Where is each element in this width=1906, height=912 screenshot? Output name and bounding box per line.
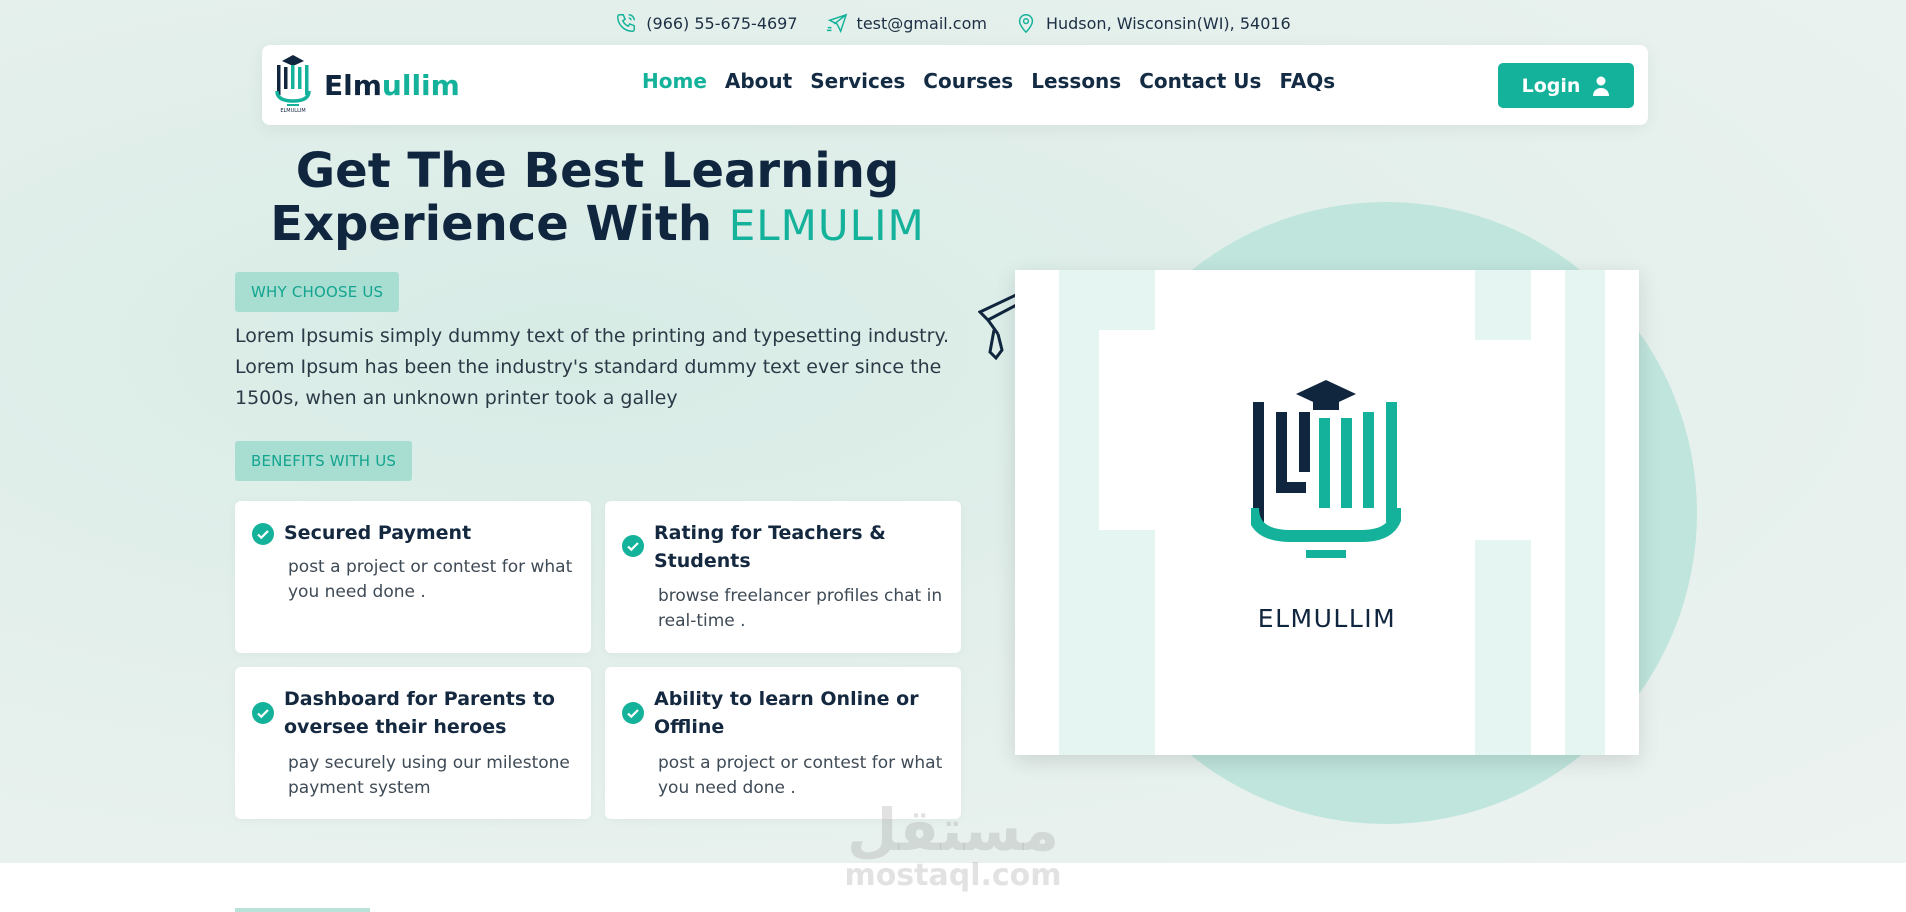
benefit-desc: post a project or contest for what you n… — [658, 753, 943, 798]
logo-wordmark: ELMULLIM — [1257, 604, 1397, 633]
nav-lessons[interactable]: Lessons — [1031, 69, 1121, 93]
headline-line2-text: Experience With — [270, 196, 713, 252]
benefit-desc: post a project or contest for what you n… — [288, 557, 573, 602]
contact-email-text: test@gmail.com — [856, 13, 987, 33]
hero-headline: Get The Best Learning Experience With EL… — [235, 145, 960, 252]
contact-phone-text: (966) 55-675-4697 — [646, 13, 798, 33]
elmullim-logo-mark — [1251, 380, 1401, 558]
benefit-desc: browse freelancer profiles chat in real-… — [658, 586, 943, 631]
contact-phone[interactable]: (966) 55-675-4697 — [615, 12, 798, 34]
nav-home[interactable]: Home — [642, 69, 707, 93]
benefit-title: Secured Payment — [284, 522, 472, 544]
benefit-desc: pay securely using our milestone payment… — [288, 753, 570, 798]
login-label: Login — [1521, 74, 1581, 97]
check-circle-icon — [622, 535, 644, 557]
brand-logo-icon: ELMULLIM — [275, 55, 311, 114]
watermark-latin: mostaql.com — [844, 858, 1062, 893]
headline-brand-word: ELMULIM — [728, 201, 925, 250]
benefits-badge: BENEFITS WITH US — [235, 441, 413, 481]
nav-contact-us[interactable]: Contact Us — [1139, 69, 1261, 93]
nav-faqs[interactable]: FAQs — [1279, 69, 1335, 93]
watermark-arabic: مستقل — [846, 796, 1060, 864]
brand[interactable]: ELMULLIM Elmullim — [274, 53, 460, 117]
benefit-card-dashboard: Dashboard for Parents to oversee their h… — [235, 667, 591, 819]
nav-services[interactable]: Services — [810, 69, 905, 93]
nav-courses[interactable]: Courses — [923, 69, 1013, 93]
why-choose-us-badge: WHY CHOOSE US — [235, 272, 400, 312]
benefit-title: Dashboard for Parents to oversee their h… — [284, 688, 555, 738]
contact-email[interactable]: test@gmail.com — [826, 12, 987, 34]
location-pin-icon — [1018, 14, 1034, 34]
navbar: ELMULLIM Elmullim Home About Services Co… — [262, 45, 1648, 125]
paper-plane-icon — [826, 13, 847, 34]
check-circle-icon — [622, 702, 644, 724]
logo-showcase-card: ELMULLIM — [1015, 270, 1639, 755]
contact-bar: (966) 55-675-4697 test@gmail.com Hudson,… — [0, 10, 1906, 36]
hero-description: Lorem Ipsumis simply dummy text of the p… — [235, 325, 950, 409]
benefit-card-secured-payment: Secured Payment post a project or contes… — [235, 501, 591, 653]
mostaql-watermark: مستقل mostaql.com — [800, 800, 1106, 892]
user-icon — [1593, 76, 1610, 96]
brand-name: Elmullim — [324, 69, 460, 102]
headline-line2: Experience With ELMULIM — [235, 198, 960, 252]
contact-address-text: Hudson, Wisconsin(WI), 54016 — [1045, 13, 1291, 33]
contact-address[interactable]: Hudson, Wisconsin(WI), 54016 — [1015, 12, 1291, 34]
nav-about[interactable]: About — [725, 69, 792, 93]
check-circle-icon — [252, 523, 274, 545]
brand-logo-caption: ELMULLIM — [280, 108, 305, 114]
benefit-title: Rating for Teachers & Students — [654, 522, 886, 572]
main-nav: Home About Services Courses Lessons Cont… — [642, 69, 1335, 93]
brand-name-part1: Elm — [324, 68, 382, 102]
benefit-title: Ability to learn Online or Offline — [654, 688, 919, 738]
headline-line1: Get The Best Learning — [295, 143, 900, 199]
phone-icon — [617, 14, 636, 32]
check-circle-icon — [252, 702, 274, 724]
benefit-card-rating: Rating for Teachers & Students browse fr… — [605, 501, 961, 653]
brand-name-part2: ullim — [381, 68, 460, 102]
next-section-badge-edge — [235, 908, 370, 912]
login-button[interactable]: Login — [1498, 63, 1634, 108]
